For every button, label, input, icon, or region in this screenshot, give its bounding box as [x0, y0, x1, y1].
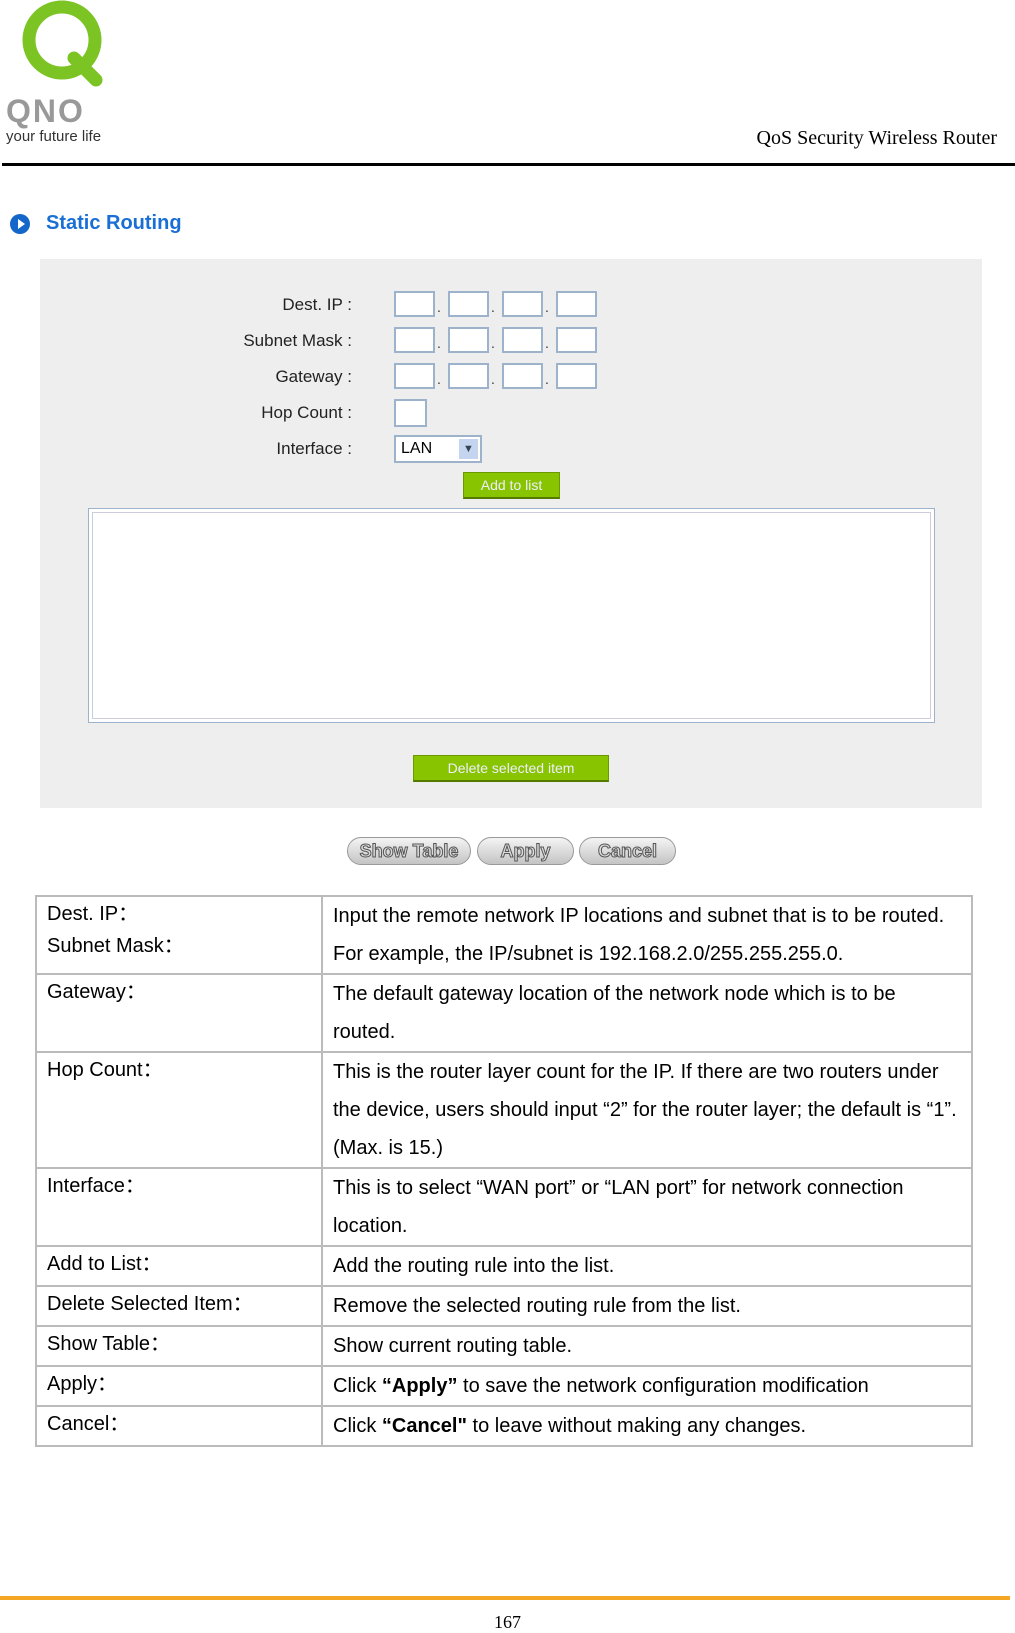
desc-text: to save the network configuration modifi…: [457, 1375, 869, 1397]
table-row: Dest. IP： Subnet Mask： Input the remote ne…: [35, 895, 973, 975]
octet-separator: .: [437, 299, 441, 315]
gateway-label: Gateway :: [275, 367, 352, 386]
octet-separator: .: [491, 371, 495, 387]
dest-ip-label: Dest. IP :: [282, 295, 352, 314]
static-routing-panel: Dest. IP :... Subnet Mask :... Gateway :..…: [40, 259, 982, 808]
field-name: Show Table：: [47, 1333, 171, 1355]
field-description-cell: This is to select “WAN port” or “LAN por…: [321, 1167, 973, 1247]
table-row: Add to List： Add the routing rule into th…: [35, 1245, 973, 1287]
field-name: Dest. IP：: [47, 903, 139, 925]
field-name-cell: Show Table：: [35, 1325, 323, 1367]
octet-separator: .: [545, 299, 549, 315]
section-heading: Static Routing: [10, 212, 182, 235]
table-row: Apply： Click “Apply” to save the network …: [35, 1365, 973, 1407]
field-name: Gateway：: [47, 981, 146, 1003]
table-row: Gateway： The default gateway location of …: [35, 973, 973, 1053]
field-name-cell: Dest. IP： Subnet Mask：: [35, 895, 323, 975]
document-title: QoS Security Wireless Router: [756, 127, 997, 149]
subnet-mask-octet-input[interactable]: [448, 327, 489, 353]
page-number: 167: [494, 1612, 521, 1632]
subnet-mask-octet-input[interactable]: [394, 327, 435, 353]
apply-button[interactable]: Apply: [477, 837, 574, 865]
svg-text:your future life: your future life: [6, 128, 101, 145]
octet-separator: .: [491, 335, 495, 351]
desc-text: Click: [333, 1415, 382, 1437]
hop-count-octet-input[interactable]: [394, 399, 427, 427]
footer-line: [0, 1596, 1010, 1600]
field-name: Hop Count：: [47, 1059, 163, 1081]
octet-separator: .: [437, 371, 441, 387]
field-name-cell: Hop Count：: [35, 1051, 323, 1169]
field-name: Apply：: [47, 1373, 118, 1395]
section-title: Static Routing: [46, 212, 182, 234]
field-name-cell: Delete Selected Item：: [35, 1285, 323, 1327]
dest-ip-octet-input[interactable]: [502, 291, 543, 317]
table-row: Hop Count： This is the router layer count…: [35, 1051, 973, 1169]
table-row: Interface： This is to select “WAN port” o…: [35, 1167, 973, 1247]
table-row: Cancel： Click “Cancel" to leave without m…: [35, 1405, 973, 1447]
octet-separator: .: [491, 299, 495, 315]
field-name: Add to List：: [47, 1253, 162, 1275]
cancel-button[interactable]: Cancel: [579, 837, 676, 865]
table-row: Show Table： Show current routing table.: [35, 1325, 973, 1367]
interface-label: Interface :: [276, 439, 352, 458]
field-description-cell: Click “Cancel" to leave without making a…: [321, 1405, 973, 1447]
routing-list[interactable]: [88, 508, 935, 723]
field-name-cell: Cancel：: [35, 1405, 323, 1447]
desc-text: to leave without making any changes.: [466, 1415, 807, 1437]
add-to-list-button[interactable]: Add to list: [463, 472, 560, 499]
gateway-octet-input[interactable]: [394, 363, 435, 389]
interface-value: LAN: [401, 440, 433, 457]
header-divider: [2, 163, 1015, 166]
gateway-octet-input[interactable]: [556, 363, 597, 389]
field-name: Subnet Mask：: [47, 935, 184, 957]
field-description-cell: The default gateway location of the netw…: [321, 973, 973, 1053]
octet-separator: .: [545, 371, 549, 387]
table-row: Delete Selected Item： Remove the selected…: [35, 1285, 973, 1327]
octet-separator: .: [437, 335, 441, 351]
chevron-down-icon: ▼: [459, 439, 478, 459]
gateway-octet-input[interactable]: [448, 363, 489, 389]
show-table-button[interactable]: Show Table: [347, 837, 471, 865]
field-name-cell: Interface：: [35, 1167, 323, 1247]
interface-select[interactable]: LAN ▼: [394, 435, 482, 463]
field-description-cell: Remove the selected routing rule from th…: [321, 1285, 973, 1327]
dest-ip-octet-input[interactable]: [448, 291, 489, 317]
subnet-mask-label: Subnet Mask :: [243, 331, 352, 350]
field-description-cell: Add the routing rule into the list.: [321, 1245, 973, 1287]
dest-ip-octet-input[interactable]: [556, 291, 597, 317]
field-description-cell: Input the remote network IP locations an…: [321, 895, 973, 975]
gateway-octet-input[interactable]: [502, 363, 543, 389]
field-description-cell: Click “Apply” to save the network config…: [321, 1365, 973, 1407]
field-name-cell: Add to List：: [35, 1245, 323, 1287]
circle-arrow-icon: [10, 213, 30, 234]
field-description-table: Dest. IP： Subnet Mask： Input the remote ne…: [35, 895, 973, 1447]
svg-text:QNO: QNO: [6, 93, 85, 129]
octet-separator: .: [545, 335, 549, 351]
field-name: Interface：: [47, 1175, 145, 1197]
field-name-cell: Gateway：: [35, 973, 323, 1053]
desc-bold: “Apply”: [381, 1375, 458, 1397]
qno-logo: QNO your future life: [6, 0, 103, 145]
dest-ip-octet-input[interactable]: [394, 291, 435, 317]
desc-text: Click: [333, 1375, 382, 1397]
subnet-mask-octet-input[interactable]: [502, 327, 543, 353]
field-name: Cancel：: [47, 1413, 130, 1435]
hop-count-label: Hop Count :: [261, 403, 352, 422]
field-name: Delete Selected Item：: [47, 1293, 253, 1315]
field-description-cell: Show current routing table.: [321, 1325, 973, 1367]
field-description-cell: This is the router layer count for the I…: [321, 1051, 973, 1169]
subnet-mask-octet-input[interactable]: [556, 327, 597, 353]
delete-selected-button[interactable]: Delete selected item: [413, 755, 609, 782]
field-name-cell: Apply：: [35, 1365, 323, 1407]
desc-bold: “Cancel": [381, 1415, 467, 1437]
